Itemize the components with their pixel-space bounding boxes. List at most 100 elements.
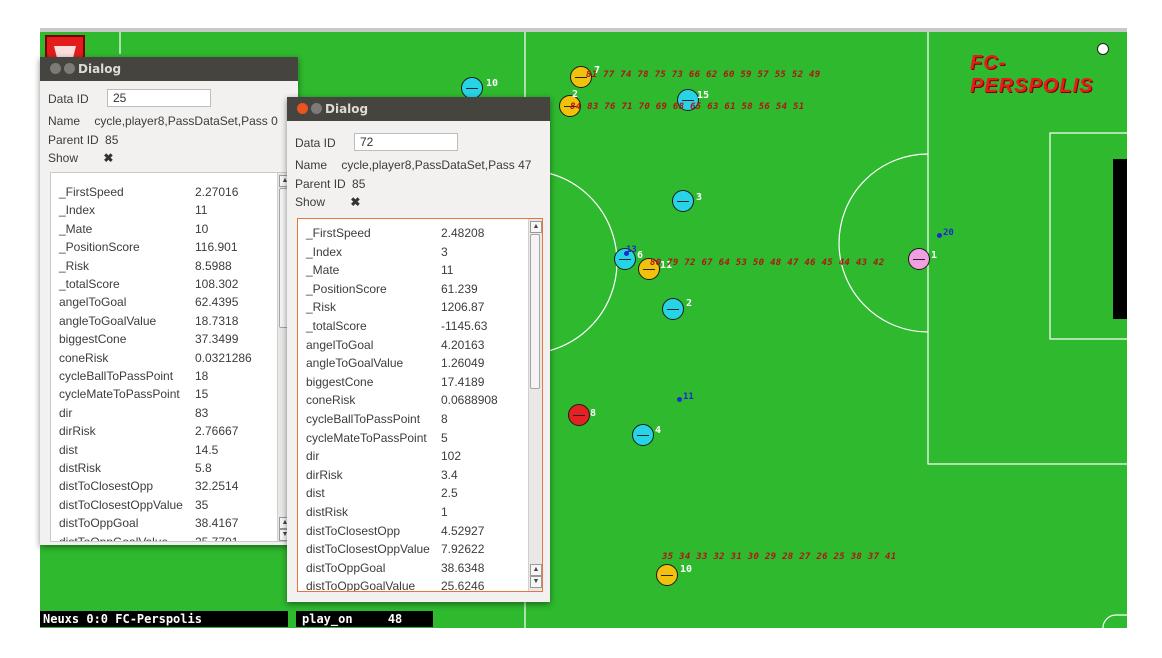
row-value: 8 bbox=[441, 412, 448, 426]
player-red-8-ball-holder[interactable] bbox=[568, 404, 590, 426]
player-cyan-10[interactable] bbox=[461, 77, 483, 99]
scroll-up-icon[interactable]: ▲ bbox=[530, 564, 542, 576]
player-cyan-3[interactable] bbox=[672, 190, 694, 212]
pass-point-label: 20 bbox=[943, 228, 954, 238]
row-key: distToClosestOpp bbox=[306, 523, 401, 538]
row-value: 7.92622 bbox=[441, 542, 485, 557]
player-cyan-2[interactable] bbox=[662, 298, 684, 320]
vertical-scrollbar[interactable]: ▲ ▲ ▼ bbox=[528, 219, 542, 591]
table-row[interactable]: _Index 11 bbox=[59, 203, 207, 217]
player-cyan-4[interactable] bbox=[632, 424, 654, 446]
table-row[interactable]: cycleMateToPassPoint 15 bbox=[59, 387, 208, 401]
pass-data-table[interactable]: ▲ ▲ ▼ _FirstSpeed 2.27016 _Index 11 _Mate 10 _… bbox=[50, 172, 290, 542]
show-label: Show bbox=[48, 151, 79, 165]
table-row[interactable]: dist 14.5 bbox=[59, 443, 218, 457]
data-id-input[interactable]: 72 bbox=[354, 133, 458, 151]
pass-point-marker bbox=[937, 233, 942, 238]
ball-icon[interactable] bbox=[1097, 43, 1109, 55]
row-value: 10 bbox=[195, 221, 209, 236]
table-row[interactable]: _Risk 8.5988 bbox=[59, 259, 232, 273]
table-row[interactable]: distToOppGoalValue 25.7701 bbox=[59, 535, 238, 541]
row-value: 61.239 bbox=[441, 281, 478, 296]
table-row[interactable]: _totalScore -1145.63 bbox=[306, 319, 487, 333]
row-value: 2.76667 bbox=[195, 424, 239, 439]
team-logo-text: FC-PERSPOLIS bbox=[970, 52, 1094, 97]
table-row[interactable]: coneRisk 0.0321286 bbox=[59, 351, 252, 365]
row-key: _FirstSpeed bbox=[306, 226, 371, 240]
pass-data-table[interactable]: ▲ ▲ ▼ _FirstSpeed 2.48208 _Index 3 _Mate 11 _P… bbox=[297, 218, 543, 592]
close-icon[interactable] bbox=[50, 63, 61, 74]
minimize-icon[interactable] bbox=[311, 103, 322, 114]
table-row[interactable]: _FirstSpeed 2.48208 bbox=[306, 226, 484, 240]
scroll-up-icon[interactable]: ▲ bbox=[530, 221, 542, 233]
row-value: 108.302 bbox=[195, 277, 239, 291]
table-row[interactable]: distRisk 1 bbox=[306, 505, 448, 519]
dialog-pass-25[interactable]: Dialog Data ID 25 Name cycle,player8,Pas… bbox=[40, 57, 298, 545]
table-row[interactable]: distToClosestOppValue 35 bbox=[59, 498, 208, 512]
table-row[interactable]: distToClosestOpp 4.52927 bbox=[306, 523, 484, 538]
player-number: 3 bbox=[696, 192, 703, 203]
table-row[interactable]: dir 102 bbox=[306, 449, 461, 464]
dialog-pass-72[interactable]: Dialog Data ID 72 Name cycle,player8,Pas… bbox=[287, 97, 550, 602]
table-row[interactable]: distRisk 5.8 bbox=[59, 461, 212, 475]
row-key: coneRisk bbox=[306, 393, 356, 408]
pass-point-label: 11 bbox=[683, 392, 694, 402]
row-value: 0.0688908 bbox=[441, 393, 498, 408]
table-row[interactable]: cycleBallToPassPoint 8 bbox=[306, 412, 448, 426]
table-row[interactable]: _Mate 11 bbox=[306, 263, 453, 277]
name-value: cycle,player8,PassDataSet,Pass 47 bbox=[341, 158, 532, 172]
table-row[interactable]: _PositionScore 61.239 bbox=[306, 282, 478, 296]
table-row[interactable]: biggestCone 17.4189 bbox=[306, 375, 484, 389]
table-row[interactable]: distToOppGoal 38.4167 bbox=[59, 516, 238, 530]
table-row[interactable]: _PositionScore 116.901 bbox=[59, 240, 238, 254]
table-row[interactable]: cycleMateToPassPoint 5 bbox=[306, 431, 448, 445]
table-row[interactable]: angelToGoal 4.20163 bbox=[306, 338, 484, 352]
row-key: _totalScore bbox=[306, 319, 367, 333]
row-value: 32.2514 bbox=[195, 479, 239, 494]
show-checkbox[interactable]: ✖ bbox=[103, 151, 113, 165]
table-row[interactable]: distToOppGoal 38.6348 bbox=[306, 561, 484, 575]
row-key: angleToGoalValue bbox=[59, 313, 157, 328]
table-row[interactable]: _Mate 10 bbox=[59, 222, 208, 236]
table-row[interactable]: dist 2.5 bbox=[306, 486, 458, 500]
table-row[interactable]: angleToGoalValue 1.26049 bbox=[306, 356, 484, 370]
table-row[interactable]: _FirstSpeed 2.27016 bbox=[59, 185, 238, 199]
row-key: cycleBallToPassPoint bbox=[59, 369, 174, 383]
data-id-input[interactable]: 25 bbox=[107, 89, 211, 107]
row-key: dir bbox=[306, 449, 320, 464]
parent-id-label: Parent ID bbox=[48, 133, 99, 147]
table-row[interactable]: _Risk 1206.87 bbox=[306, 300, 484, 314]
scroll-thumb[interactable] bbox=[530, 234, 540, 389]
show-checkbox[interactable]: ✖ bbox=[350, 195, 360, 209]
parent-id-value: 85 bbox=[105, 133, 119, 147]
player-yellow-10[interactable] bbox=[656, 564, 678, 586]
minimize-icon[interactable] bbox=[64, 63, 75, 74]
close-icon[interactable] bbox=[297, 103, 308, 114]
table-row[interactable]: distToOppGoalValue 25.6246 bbox=[306, 579, 484, 591]
dialog-titlebar[interactable]: Dialog bbox=[40, 57, 298, 81]
player-number: 10 bbox=[680, 564, 693, 575]
row-value: 83 bbox=[195, 405, 209, 420]
table-row[interactable]: _Index 3 bbox=[306, 245, 448, 259]
scroll-down-icon[interactable]: ▼ bbox=[530, 576, 542, 588]
row-value: 18.7318 bbox=[195, 313, 239, 328]
row-value: 1.26049 bbox=[441, 356, 485, 371]
data-id-label: Data ID bbox=[48, 92, 89, 106]
table-row[interactable]: cycleBallToPassPoint 18 bbox=[59, 369, 208, 383]
table-row[interactable]: dir 83 bbox=[59, 405, 208, 420]
row-value: 25.6246 bbox=[441, 579, 485, 592]
table-row[interactable]: angelToGoal 62.4395 bbox=[59, 295, 238, 309]
row-key: dir bbox=[59, 405, 73, 420]
table-row[interactable]: distToClosestOppValue 7.92622 bbox=[306, 542, 484, 556]
table-row[interactable]: dirRisk 2.76667 bbox=[59, 424, 238, 438]
row-key: _totalScore bbox=[59, 277, 120, 291]
row-key: biggestCone bbox=[59, 332, 127, 347]
dialog-titlebar[interactable]: Dialog bbox=[287, 97, 550, 121]
player-pink-goalie-1[interactable] bbox=[908, 248, 930, 270]
table-row[interactable]: coneRisk 0.0688908 bbox=[306, 393, 498, 408]
table-row[interactable]: angleToGoalValue 18.7318 bbox=[59, 313, 238, 328]
table-row[interactable]: biggestCone 37.3499 bbox=[59, 332, 238, 347]
table-row[interactable]: distToClosestOpp 32.2514 bbox=[59, 479, 238, 493]
table-row[interactable]: _totalScore 108.302 bbox=[59, 277, 238, 291]
table-row[interactable]: dirRisk 3.4 bbox=[306, 468, 458, 482]
